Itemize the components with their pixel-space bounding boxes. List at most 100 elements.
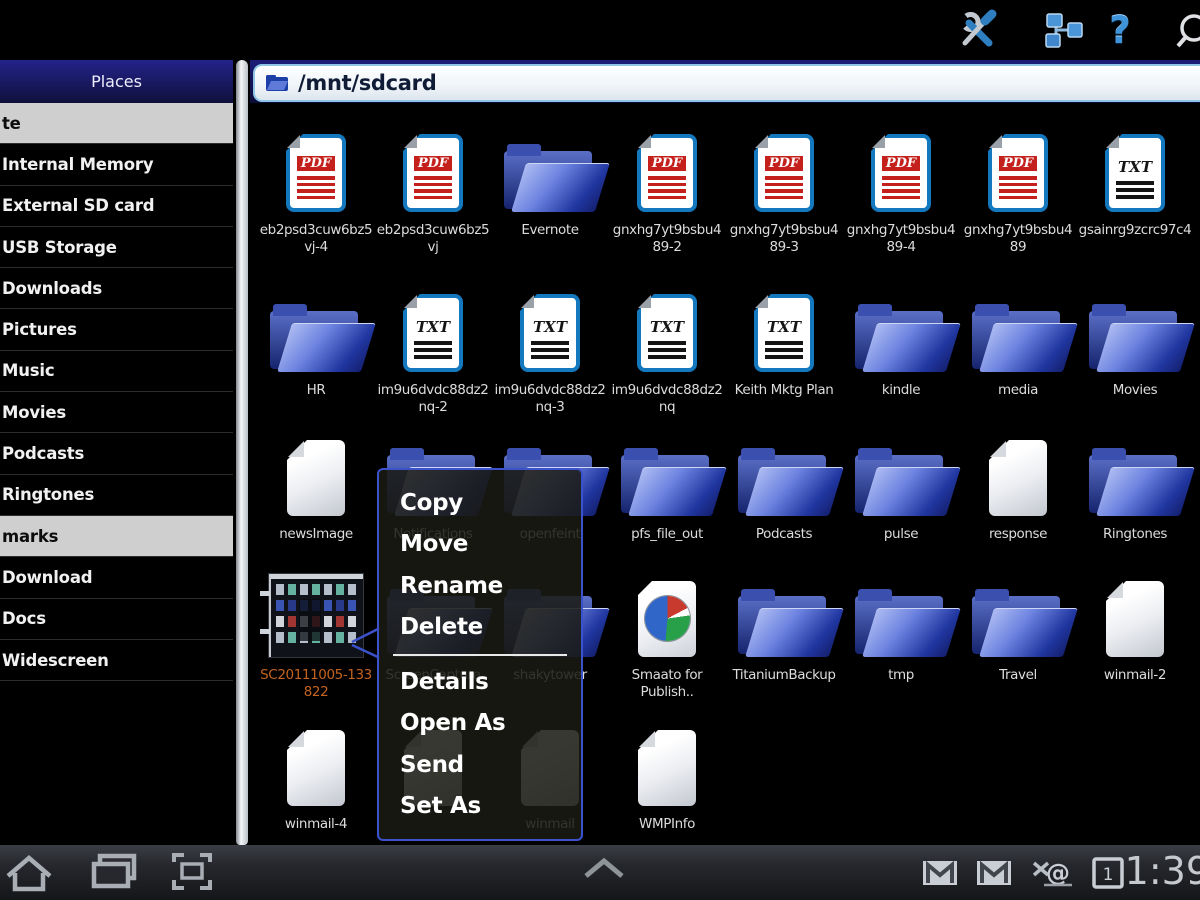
grid-item-winmail-4[interactable]: winmail-4 bbox=[259, 722, 373, 833]
help-icon[interactable]: ? bbox=[1098, 8, 1142, 52]
sidebar-item-te[interactable]: te bbox=[0, 103, 233, 144]
notifications-up-icon[interactable] bbox=[576, 850, 632, 894]
grid-item-newsimage[interactable]: newsImage bbox=[259, 432, 373, 543]
pdf-file-icon: PDF bbox=[637, 134, 697, 212]
grid-item-keith-mktg-plan[interactable]: TXTKeith Mktg Plan bbox=[727, 288, 841, 399]
file-label: winmail-2 bbox=[1072, 667, 1198, 684]
file-icon bbox=[638, 730, 696, 806]
context-menu: CopyMoveRenameDelete DetailsOpen AsSendSe… bbox=[377, 468, 583, 841]
file-label: Travel bbox=[955, 667, 1081, 684]
sidebar-item-marks[interactable]: marks bbox=[0, 516, 233, 557]
tools-icon-svg bbox=[956, 8, 1000, 52]
grid-item-hr[interactable]: HR bbox=[259, 288, 373, 399]
email-icon[interactable]: @ bbox=[1030, 855, 1070, 891]
txt-file-icon: TXT bbox=[403, 294, 463, 372]
context-menu-item-open-as[interactable]: Open As bbox=[379, 703, 581, 745]
svg-text:1: 1 bbox=[1103, 865, 1114, 885]
gmail-icon-2[interactable] bbox=[974, 855, 1014, 891]
grid-item-gnxhg7yt9bsbu4-89-3[interactable]: PDFgnxhg7yt9bsbu4 89-3 bbox=[727, 128, 841, 256]
context-menu-item-copy[interactable]: Copy bbox=[379, 482, 581, 524]
system-bar: @ 1 1:39 bbox=[0, 845, 1200, 900]
search-icon[interactable] bbox=[1170, 8, 1200, 52]
grid-item-evernote[interactable]: Evernote bbox=[493, 128, 607, 239]
file-label: newsImage bbox=[253, 526, 379, 543]
context-menu-item-rename[interactable]: Rename bbox=[379, 565, 581, 607]
path-bar[interactable]: /mnt/sdcard bbox=[253, 64, 1200, 102]
pane-divider[interactable] bbox=[236, 60, 248, 845]
file-label: gsainrg9zcrc97c4 bbox=[1072, 222, 1198, 239]
home-icon[interactable] bbox=[2, 850, 58, 894]
screenshot-icon[interactable] bbox=[164, 850, 220, 894]
sidebar-item-movies[interactable]: Movies bbox=[0, 392, 233, 433]
sidebar-item-download[interactable]: Download bbox=[0, 557, 233, 598]
grid-item-pulse[interactable]: pulse bbox=[844, 432, 958, 543]
file-label: gnxhg7yt9bsbu4 89 bbox=[955, 222, 1081, 256]
grid-item-gsainrg9zcrc97c4[interactable]: TXTgsainrg9zcrc97c4 bbox=[1078, 128, 1192, 239]
grid-item-eb2psd3cuw6bz5-vj[interactable]: PDFeb2psd3cuw6bz5 vj bbox=[376, 128, 490, 256]
grid-item-response[interactable]: response bbox=[961, 432, 1075, 543]
grid-item-movies[interactable]: Movies bbox=[1078, 288, 1192, 399]
clock[interactable]: 1:39 bbox=[1125, 849, 1200, 893]
grid-item-im9u6dvdc88dz2-nq-3[interactable]: TXTim9u6dvdc88dz2 nq-3 bbox=[493, 288, 607, 416]
file-label: Keith Mktg Plan bbox=[721, 382, 847, 399]
txt-file-icon: TXT bbox=[520, 294, 580, 372]
context-menu-item-set-as[interactable]: Set As bbox=[379, 786, 581, 828]
folder-icon bbox=[854, 589, 948, 657]
file-label: im9u6dvdc88dz2 nq-3 bbox=[487, 382, 613, 416]
file-label: Evernote bbox=[487, 222, 613, 239]
folder-small-icon bbox=[265, 74, 289, 92]
grid-item-im9u6dvdc88dz2-nq-2[interactable]: TXTim9u6dvdc88dz2 nq-2 bbox=[376, 288, 490, 416]
sidebar-item-ringtones[interactable]: Ringtones bbox=[0, 475, 233, 516]
sidebar-item-docs[interactable]: Docs bbox=[0, 599, 233, 640]
context-menu-item-move[interactable]: Move bbox=[379, 524, 581, 566]
grid-item-winmail-2[interactable]: winmail-2 bbox=[1078, 573, 1192, 684]
grid-item-im9u6dvdc88dz2-nq[interactable]: TXTim9u6dvdc88dz2 nq bbox=[610, 288, 724, 416]
context-menu-item-details[interactable]: Details bbox=[379, 661, 581, 703]
file-label: media bbox=[955, 382, 1081, 399]
sidebar-item-usb-storage[interactable]: USB Storage bbox=[0, 227, 233, 268]
folder-icon bbox=[854, 448, 948, 516]
pdf-file-icon: PDF bbox=[754, 134, 814, 212]
pdf-file-icon: PDF bbox=[871, 134, 931, 212]
grid-item-smaato-for-publish[interactable]: Smaato for Publish.. bbox=[610, 573, 724, 701]
file-label: gnxhg7yt9bsbu4 89-2 bbox=[604, 222, 730, 256]
sidebar-item-podcasts[interactable]: Podcasts bbox=[0, 433, 233, 474]
grid-item-tmp[interactable]: tmp bbox=[844, 573, 958, 684]
file-label: Podcasts bbox=[721, 526, 847, 543]
grid-item-eb2psd3cuw6bz5-vj-4[interactable]: PDFeb2psd3cuw6bz5 vj-4 bbox=[259, 128, 373, 256]
grid-item-pfs-file-out[interactable]: pfs_file_out bbox=[610, 432, 724, 543]
folder-icon bbox=[1088, 448, 1182, 516]
context-menu-divider bbox=[393, 654, 567, 656]
context-menu-anchor bbox=[348, 626, 380, 660]
file-label: gnxhg7yt9bsbu4 89-3 bbox=[721, 222, 847, 256]
recent-apps-icon[interactable] bbox=[86, 850, 142, 894]
file-label: im9u6dvdc88dz2 nq bbox=[604, 382, 730, 416]
grid-item-titaniumbackup[interactable]: TitaniumBackup bbox=[727, 573, 841, 684]
context-menu-item-delete[interactable]: Delete bbox=[379, 607, 581, 649]
folder-icon bbox=[503, 144, 597, 212]
tools-icon[interactable] bbox=[956, 8, 1000, 52]
grid-item-wmpinfo[interactable]: WMPInfo bbox=[610, 722, 724, 833]
grid-item-gnxhg7yt9bsbu4-89-4[interactable]: PDFgnxhg7yt9bsbu4 89-4 bbox=[844, 128, 958, 256]
grid-item-travel[interactable]: Travel bbox=[961, 573, 1075, 684]
grid-item-ringtones[interactable]: Ringtones bbox=[1078, 432, 1192, 543]
tree-view-icon[interactable] bbox=[1042, 8, 1086, 52]
grid-item-kindle[interactable]: kindle bbox=[844, 288, 958, 399]
file-label: eb2psd3cuw6bz5 vj bbox=[370, 222, 496, 256]
sidebar-item-widescreen[interactable]: Widescreen bbox=[0, 640, 233, 681]
grid-item-podcasts[interactable]: Podcasts bbox=[727, 432, 841, 543]
sidebar-item-internal-memory[interactable]: Internal Memory bbox=[0, 144, 233, 185]
file-label: im9u6dvdc88dz2 nq-2 bbox=[370, 382, 496, 416]
file-label: WMPInfo bbox=[604, 816, 730, 833]
grid-item-gnxhg7yt9bsbu4-89-2[interactable]: PDFgnxhg7yt9bsbu4 89-2 bbox=[610, 128, 724, 256]
sidebar-item-downloads[interactable]: Downloads bbox=[0, 268, 233, 309]
context-menu-item-send[interactable]: Send bbox=[379, 744, 581, 786]
sidebar-item-external-sd-card[interactable]: External SD card bbox=[0, 186, 233, 227]
file-label: kindle bbox=[838, 382, 964, 399]
grid-item-media[interactable]: media bbox=[961, 288, 1075, 399]
gmail-icon[interactable] bbox=[920, 855, 960, 891]
sidebar-item-pictures[interactable]: Pictures bbox=[0, 309, 233, 350]
folder-icon bbox=[269, 304, 363, 372]
grid-item-gnxhg7yt9bsbu4-89[interactable]: PDFgnxhg7yt9bsbu4 89 bbox=[961, 128, 1075, 256]
sidebar-item-music[interactable]: Music bbox=[0, 351, 233, 392]
